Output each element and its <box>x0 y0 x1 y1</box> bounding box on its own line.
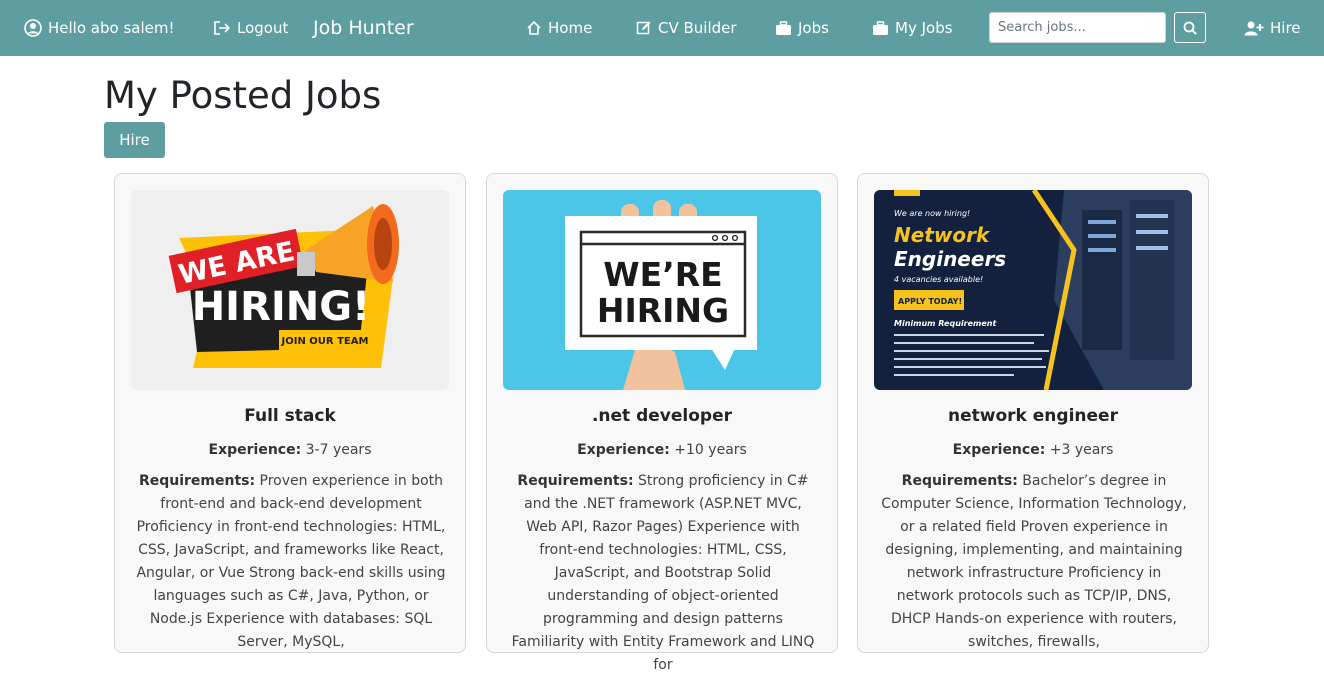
image-text: JOIN OUR TEAM <box>281 336 369 347</box>
experience-value: +10 years <box>674 442 747 458</box>
logout-link[interactable]: Logout <box>213 0 288 56</box>
nav-home[interactable]: Home <box>526 0 592 56</box>
job-requirements: Requirements: Bachelor’s degree in Compu… <box>878 470 1190 654</box>
job-experience: Experience: +3 years <box>858 442 1208 458</box>
image-text: 4 vacancies available! <box>894 275 983 284</box>
logout-icon <box>214 21 231 35</box>
requirements-label: Requirements: <box>517 473 634 489</box>
image-text: Engineers <box>894 247 1006 271</box>
navbar: Hello abo salem! Logout Job Hunter Home … <box>0 0 1324 56</box>
job-title: network engineer <box>948 406 1118 426</box>
job-requirements: Requirements: Strong proficiency in C# a… <box>507 470 819 677</box>
job-card[interactable]: WE ARE HIRING! JOIN OUR TEAM Full stack … <box>114 173 466 653</box>
job-experience: Experience: 3-7 years <box>115 442 465 458</box>
image-text: WE’RE <box>603 255 722 294</box>
job-title: Full stack <box>244 406 336 426</box>
image-text: HIRING! <box>192 284 371 330</box>
hire-button[interactable]: Hire <box>104 122 165 158</box>
experience-label: Experience: <box>208 442 302 458</box>
greeting-text: Hello abo salem! <box>48 19 175 37</box>
requirements-text: Proven experience in both front-end and … <box>136 473 446 650</box>
nav-hire[interactable]: Hire <box>1244 0 1301 56</box>
nav-cv-builder[interactable]: CV Builder <box>636 0 737 56</box>
briefcase-icon <box>873 20 888 35</box>
job-image-network-engineers: We are now hiring! Network Engineers 4 v… <box>874 190 1192 390</box>
search-input[interactable] <box>989 12 1166 43</box>
briefcase-icon <box>776 20 791 35</box>
user-greeting[interactable]: Hello abo salem! <box>24 0 174 56</box>
job-card[interactable]: We are now hiring! Network Engineers 4 v… <box>857 173 1209 653</box>
user-plus-icon <box>1244 21 1264 36</box>
home-icon <box>527 20 541 35</box>
experience-value: +3 years <box>1049 442 1114 458</box>
requirements-text: Bachelor’s degree in Computer Science, I… <box>881 473 1187 650</box>
experience-label: Experience: <box>577 442 670 458</box>
job-requirements: Requirements: Proven experience in both … <box>135 470 447 654</box>
nav-jobs[interactable]: Jobs <box>775 0 829 56</box>
image-text: APPLY TODAY! <box>898 297 962 306</box>
job-card[interactable]: WE’RE HIRING .net developer Experience: … <box>486 173 838 673</box>
nav-my-jobs-label: My Jobs <box>895 19 953 37</box>
image-text: We are now hiring! <box>894 209 970 218</box>
page-title: My Posted Jobs <box>104 74 382 117</box>
nav-hire-label: Hire <box>1270 19 1301 37</box>
requirements-label: Requirements: <box>901 473 1018 489</box>
search-icon <box>1183 21 1197 35</box>
user-circle-icon <box>24 19 42 37</box>
job-title: .net developer <box>591 406 733 426</box>
brand-link[interactable]: Job Hunter <box>313 0 414 56</box>
requirements-label: Requirements: <box>138 473 256 489</box>
experience-label: Experience: <box>952 442 1046 458</box>
job-experience: Experience: +10 years <box>487 442 837 458</box>
nav-cv-builder-label: CV Builder <box>658 19 737 37</box>
logout-label: Logout <box>237 19 289 37</box>
job-image-we-are-hiring: WE ARE HIRING! JOIN OUR TEAM <box>131 190 449 390</box>
experience-value: 3-7 years <box>305 442 372 458</box>
nav-jobs-label: Jobs <box>798 19 829 37</box>
image-text: Minimum Requirement <box>894 319 997 328</box>
search-button[interactable] <box>1174 12 1206 43</box>
job-image-were-hiring: WE’RE HIRING <box>503 190 821 390</box>
nav-home-label: Home <box>548 19 593 37</box>
requirements-text: Strong proficiency in C# and the .NET fr… <box>511 473 815 673</box>
image-text: Network <box>894 223 991 247</box>
image-text: HIRING <box>597 291 729 330</box>
edit-icon <box>636 21 651 35</box>
nav-my-jobs[interactable]: My Jobs <box>872 0 953 56</box>
